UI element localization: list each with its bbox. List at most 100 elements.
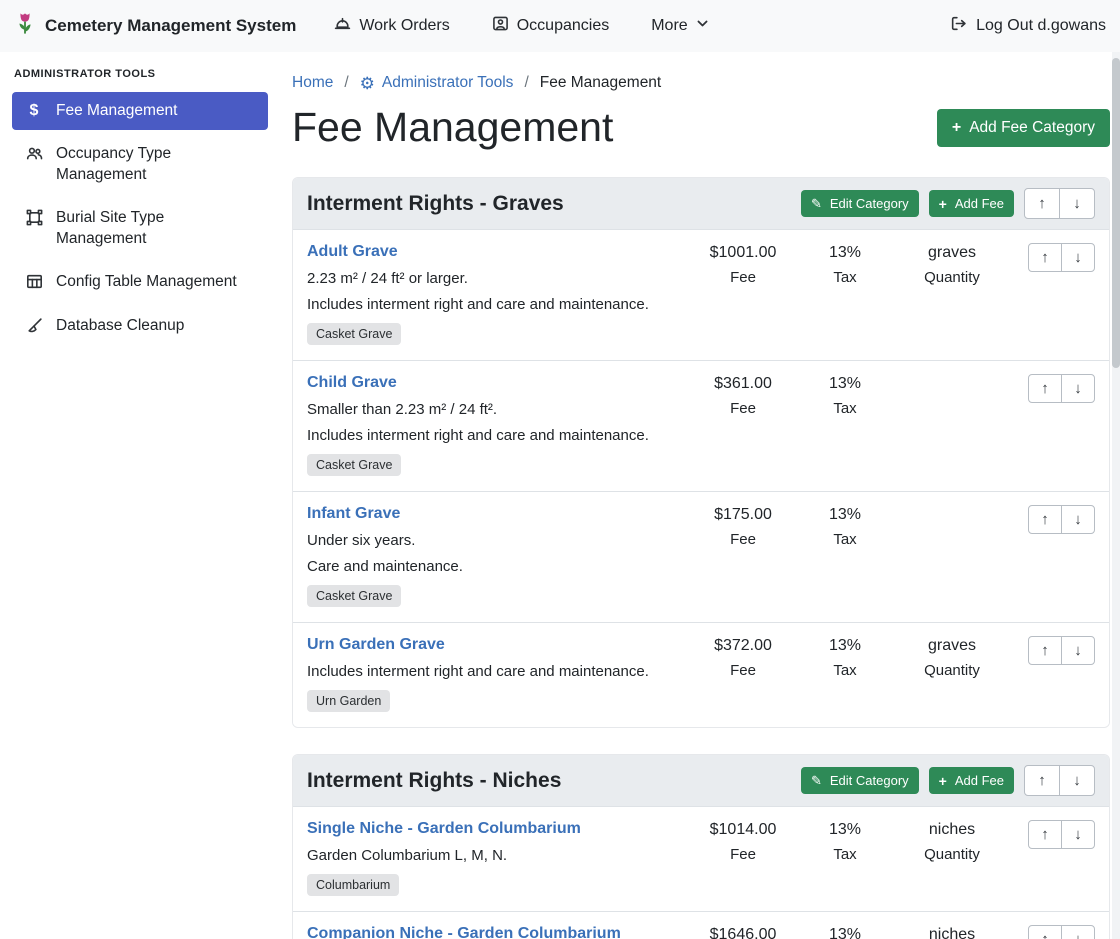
fee-description: 2.23 m² / 24 ft² or larger. (307, 270, 681, 287)
move-fee-up-button[interactable]: ↑ (1028, 636, 1062, 665)
fee-row: Companion Niche - Garden Columbarium Gar… (293, 911, 1109, 939)
category-title: Interment Rights - Graves (307, 192, 791, 216)
fee-amount-column: $175.00 Fee (689, 505, 797, 607)
fee-type-badge: Casket Grave (307, 585, 401, 607)
move-fee-up-button[interactable]: ↑ (1028, 820, 1062, 849)
add-fee-category-button[interactable]: + Add Fee Category (937, 109, 1110, 147)
move-category-up-button[interactable]: ↑ (1024, 188, 1060, 219)
fee-amount-label: Fee (689, 531, 797, 548)
fee-quantity-column (893, 505, 1011, 607)
fee-tax-column: 13% Tax (797, 820, 893, 896)
fee-tax: 13% (797, 506, 893, 524)
move-category-down-button[interactable]: ↓ (1059, 188, 1095, 219)
category-card-niches: Interment Rights - Niches ✎ Edit Categor… (292, 754, 1110, 939)
page-title: Fee Management (292, 104, 613, 151)
fee-quantity: niches (893, 926, 1011, 939)
category-header: Interment Rights - Graves ✎ Edit Categor… (293, 178, 1109, 229)
breadcrumb-home-link[interactable]: Home (292, 74, 333, 92)
title-row: Fee Management + Add Fee Category (292, 104, 1110, 151)
nav-more[interactable]: More (651, 15, 708, 37)
arrow-up-icon: ↑ (1041, 511, 1049, 528)
sidebar-item-occupancy-type-management[interactable]: Occupancy Type Management (12, 135, 268, 194)
table-icon (23, 273, 45, 290)
sidebar-item-database-cleanup[interactable]: Database Cleanup (12, 307, 268, 345)
fee-amount: $361.00 (689, 375, 797, 393)
app-brand[interactable]: Cemetery Management System (14, 10, 296, 42)
fee-amount-label: Fee (689, 662, 797, 679)
nav-occupancies[interactable]: Occupancies (492, 15, 610, 37)
move-fee-down-button[interactable]: ↓ (1061, 374, 1095, 403)
fee-name-link[interactable]: Urn Garden Grave (307, 636, 445, 654)
move-fee-down-button[interactable]: ↓ (1061, 505, 1095, 534)
arrow-up-icon: ↑ (1041, 642, 1049, 659)
fee-quantity: niches (893, 821, 1011, 839)
breadcrumb-admin-tools-link[interactable]: ⚙ Administrator Tools (360, 74, 514, 92)
fee-info: Infant Grave Under six years. Care and m… (307, 505, 689, 607)
add-fee-button[interactable]: + Add Fee (929, 767, 1014, 794)
fee-amount-column: $1646.00 Fee (689, 925, 797, 939)
fee-type-badge: Columbarium (307, 874, 399, 896)
arrow-up-icon: ↑ (1041, 931, 1049, 939)
fee-tax-column: 13% Tax (797, 925, 893, 939)
fee-name-link[interactable]: Adult Grave (307, 243, 398, 261)
occupant-icon (492, 15, 509, 37)
sidebar-item-burial-site-type-management[interactable]: Burial Site Type Management (12, 199, 268, 258)
fee-description: Under six years. (307, 532, 681, 549)
fee-name-link[interactable]: Child Grave (307, 374, 397, 392)
fee-description: Care and maintenance. (307, 558, 681, 575)
top-navbar: Cemetery Management System Work Orders O… (0, 0, 1120, 52)
fee-tax-column: 13% Tax (797, 636, 893, 712)
fee-reorder-group: ↑ ↓ (1011, 374, 1095, 476)
logout-icon (950, 15, 967, 37)
fee-name-link[interactable]: Single Niche - Garden Columbarium (307, 820, 581, 838)
fee-quantity-column: niches Quantity (893, 820, 1011, 896)
fee-quantity-column: graves Quantity (893, 243, 1011, 345)
move-fee-down-button[interactable]: ↓ (1061, 820, 1095, 849)
gear-icon: ⚙ (360, 75, 375, 92)
add-fee-button[interactable]: + Add Fee (929, 190, 1014, 217)
fee-amount-column: $361.00 Fee (689, 374, 797, 476)
scrollbar-thumb[interactable] (1112, 58, 1120, 368)
fee-amount: $372.00 (689, 637, 797, 655)
edit-category-button[interactable]: ✎ Edit Category (801, 190, 919, 217)
fee-info: Urn Garden Grave Includes interment righ… (307, 636, 689, 712)
edit-category-button[interactable]: ✎ Edit Category (801, 767, 919, 794)
move-fee-down-button[interactable]: ↓ (1061, 243, 1095, 272)
fee-amount: $1001.00 (689, 244, 797, 262)
breadcrumb-separator: / (524, 74, 528, 92)
fee-name-link[interactable]: Companion Niche - Garden Columbarium (307, 925, 621, 939)
fee-amount-label: Fee (689, 400, 797, 417)
move-fee-up-button[interactable]: ↑ (1028, 505, 1062, 534)
move-fee-down-button[interactable]: ↓ (1061, 925, 1095, 939)
move-category-up-button[interactable]: ↑ (1024, 765, 1060, 796)
arrow-up-icon: ↑ (1038, 772, 1046, 789)
nav-work-orders-label: Work Orders (359, 17, 449, 35)
fee-row: Single Niche - Garden Columbarium Garden… (293, 806, 1109, 911)
page-scrollbar[interactable] (1112, 52, 1120, 939)
sidebar-item-fee-management[interactable]: $ Fee Management (12, 92, 268, 130)
move-fee-up-button[interactable]: ↑ (1028, 374, 1062, 403)
nav-work-orders[interactable]: Work Orders (334, 15, 449, 37)
fee-tax-column: 13% Tax (797, 374, 893, 476)
fee-row: Child Grave Smaller than 2.23 m² / 24 ft… (293, 360, 1109, 491)
fee-amount-label: Fee (689, 269, 797, 286)
category-reorder-group: ↑ ↓ (1024, 188, 1095, 219)
fee-description: Includes interment right and care and ma… (307, 663, 681, 680)
move-category-down-button[interactable]: ↓ (1059, 765, 1095, 796)
breadcrumb: Home / ⚙ Administrator Tools / Fee Manag… (292, 74, 1110, 92)
move-fee-down-button[interactable]: ↓ (1061, 636, 1095, 665)
move-fee-up-button[interactable]: ↑ (1028, 925, 1062, 939)
move-fee-up-button[interactable]: ↑ (1028, 243, 1062, 272)
sidebar-item-config-table-management[interactable]: Config Table Management (12, 263, 268, 301)
fee-amount: $175.00 (689, 506, 797, 524)
fee-name-link[interactable]: Infant Grave (307, 505, 400, 523)
fee-tax-label: Tax (797, 662, 893, 679)
arrow-down-icon: ↓ (1073, 195, 1081, 212)
fee-tax: 13% (797, 821, 893, 839)
arrow-down-icon: ↓ (1074, 931, 1082, 939)
pencil-icon: ✎ (811, 197, 822, 210)
sidebar-heading: ADMINISTRATOR TOOLS (14, 68, 268, 80)
logout-button[interactable]: Log Out d.gowans (950, 15, 1106, 37)
nav-occupancies-label: Occupancies (517, 17, 610, 35)
flower-logo-icon (14, 10, 36, 42)
